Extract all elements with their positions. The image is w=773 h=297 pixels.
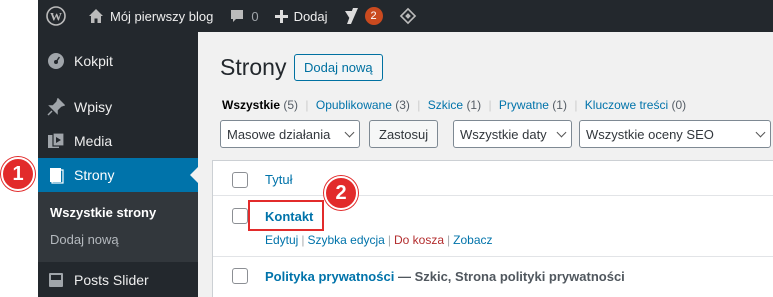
filter-separator: |: [417, 98, 421, 112]
sidebar-item-wpisy[interactable]: Wpisy: [38, 90, 198, 124]
filter-drafts[interactable]: Szkice: [428, 98, 463, 112]
column-header-title[interactable]: Tytuł: [265, 172, 292, 187]
seo-filter-value: Wszystkie oceny SEO: [586, 126, 714, 142]
page-title: Strony: [220, 54, 287, 80]
submenu-item-add-new[interactable]: Dodaj nową: [50, 232, 119, 247]
sidebar-item-kokpit[interactable]: Kokpit: [38, 44, 198, 78]
sidebar-item-media[interactable]: Media: [38, 124, 198, 158]
sidebar-item-label: Wpisy: [74, 99, 113, 115]
pages-icon: [38, 166, 74, 184]
filter-all[interactable]: Wszystkie: [222, 98, 280, 112]
admin-sidebar: Kokpit Wpisy Media Strony Wszystkie stro…: [38, 32, 198, 297]
header-divider: [213, 195, 773, 196]
yoast-seo-menu[interactable]: 2: [336, 0, 391, 32]
comments-link[interactable]: 0: [221, 0, 266, 32]
site-name-link[interactable]: Mój pierwszy blog: [80, 0, 221, 32]
annotation-highlight-box: [248, 200, 324, 231]
add-new-page-button[interactable]: Dodaj nową: [294, 54, 383, 81]
table-row-title: Polityka prywatności — Szkic, Strona pol…: [265, 269, 625, 284]
row-checkbox[interactable]: [232, 208, 248, 224]
row-divider: [213, 256, 773, 257]
filter-separator: |: [488, 98, 492, 112]
comments-count: 0: [251, 8, 259, 24]
yoast-icon: [344, 7, 360, 25]
filter-separator: |: [574, 98, 578, 112]
media-icon: [38, 132, 74, 150]
status-filters: Wszystkie (5) | Opublikowane (3) | Szkic…: [222, 98, 686, 112]
add-new-menu[interactable]: Dodaj: [267, 0, 336, 32]
view-link[interactable]: Zobacz: [453, 233, 492, 247]
dates-filter-value: Wszystkie daty: [460, 126, 547, 142]
page-title-link[interactable]: Polityka prywatności: [265, 269, 394, 284]
filter-published[interactable]: Opublikowane: [316, 98, 392, 112]
dates-filter-select[interactable]: Wszystkie daty: [453, 120, 572, 148]
sidebar-item-label: Strony: [74, 167, 115, 183]
home-icon: [88, 8, 104, 24]
row-actions: Edytuj | Szybka edycja | Do kosza | Zobacz: [265, 233, 493, 247]
admin-bar: W Mój pierwszy blog 0 Dodaj 2: [38, 0, 773, 32]
diamond-icon: [399, 7, 417, 25]
plus-icon: [274, 9, 288, 23]
filter-separator: |: [305, 98, 309, 112]
bulk-actions-value: Masowe działania: [227, 126, 331, 142]
action-separator: |: [387, 233, 391, 247]
action-separator: |: [301, 233, 305, 247]
select-all-checkbox[interactable]: [232, 172, 248, 188]
svg-text:W: W: [50, 10, 62, 24]
chevron-down-icon: [344, 127, 355, 138]
sidebar-item-strony[interactable]: Strony: [38, 158, 198, 192]
dashboard-icon: [38, 52, 74, 70]
filter-private[interactable]: Prywatne: [499, 98, 549, 112]
filter-count: (1): [552, 98, 567, 112]
comment-icon: [229, 8, 245, 24]
sidebar-item-label: Media: [74, 133, 113, 149]
current-menu-arrow: [190, 167, 198, 183]
sidebar-item-posts-slider[interactable]: Posts Slider: [38, 263, 198, 297]
main-content: Strony Dodaj nową Wszystkie (5) | Opubli…: [198, 32, 773, 297]
filter-count: (1): [466, 98, 482, 112]
pin-icon: [38, 98, 74, 116]
trash-link[interactable]: Do kosza: [394, 233, 444, 247]
site-name-label: Mój pierwszy blog: [110, 8, 214, 24]
filter-cornerstone[interactable]: Kluczowe treści: [585, 98, 668, 112]
yoast-notification-badge: 2: [364, 7, 383, 25]
plugin-menu[interactable]: [391, 0, 431, 32]
filter-count: (0): [671, 98, 687, 112]
chevron-down-icon: [755, 127, 766, 138]
slider-icon: [38, 271, 74, 289]
filter-count: (5): [283, 98, 299, 112]
annotation-marker-2: 2: [324, 176, 358, 210]
action-separator: |: [447, 233, 451, 247]
add-new-label: Dodaj: [293, 8, 328, 24]
sidebar-item-label: Posts Slider: [74, 272, 149, 288]
sidebar-item-label: Kokpit: [74, 53, 113, 69]
chevron-down-icon: [556, 127, 567, 138]
row-checkbox[interactable]: [232, 268, 248, 284]
annotation-marker-1: 1: [1, 157, 35, 191]
seo-filter-select[interactable]: Wszystkie oceny SEO: [579, 120, 771, 148]
wordpress-logo-button[interactable]: W: [38, 0, 80, 32]
bulk-actions-select[interactable]: Masowe działania: [220, 120, 360, 148]
submenu-item-all-pages[interactable]: Wszystkie strony: [50, 205, 156, 220]
page-state: — Szkic, Strona polityki prywatności: [397, 269, 625, 284]
quick-edit-link[interactable]: Szybka edycja: [307, 233, 384, 247]
edit-link[interactable]: Edytuj: [265, 233, 298, 247]
wordpress-icon: W: [46, 6, 66, 26]
strony-submenu: Wszystkie strony Dodaj nową: [38, 192, 198, 262]
filter-count: (3): [395, 98, 410, 112]
apply-button[interactable]: Zastosuj: [369, 120, 439, 148]
